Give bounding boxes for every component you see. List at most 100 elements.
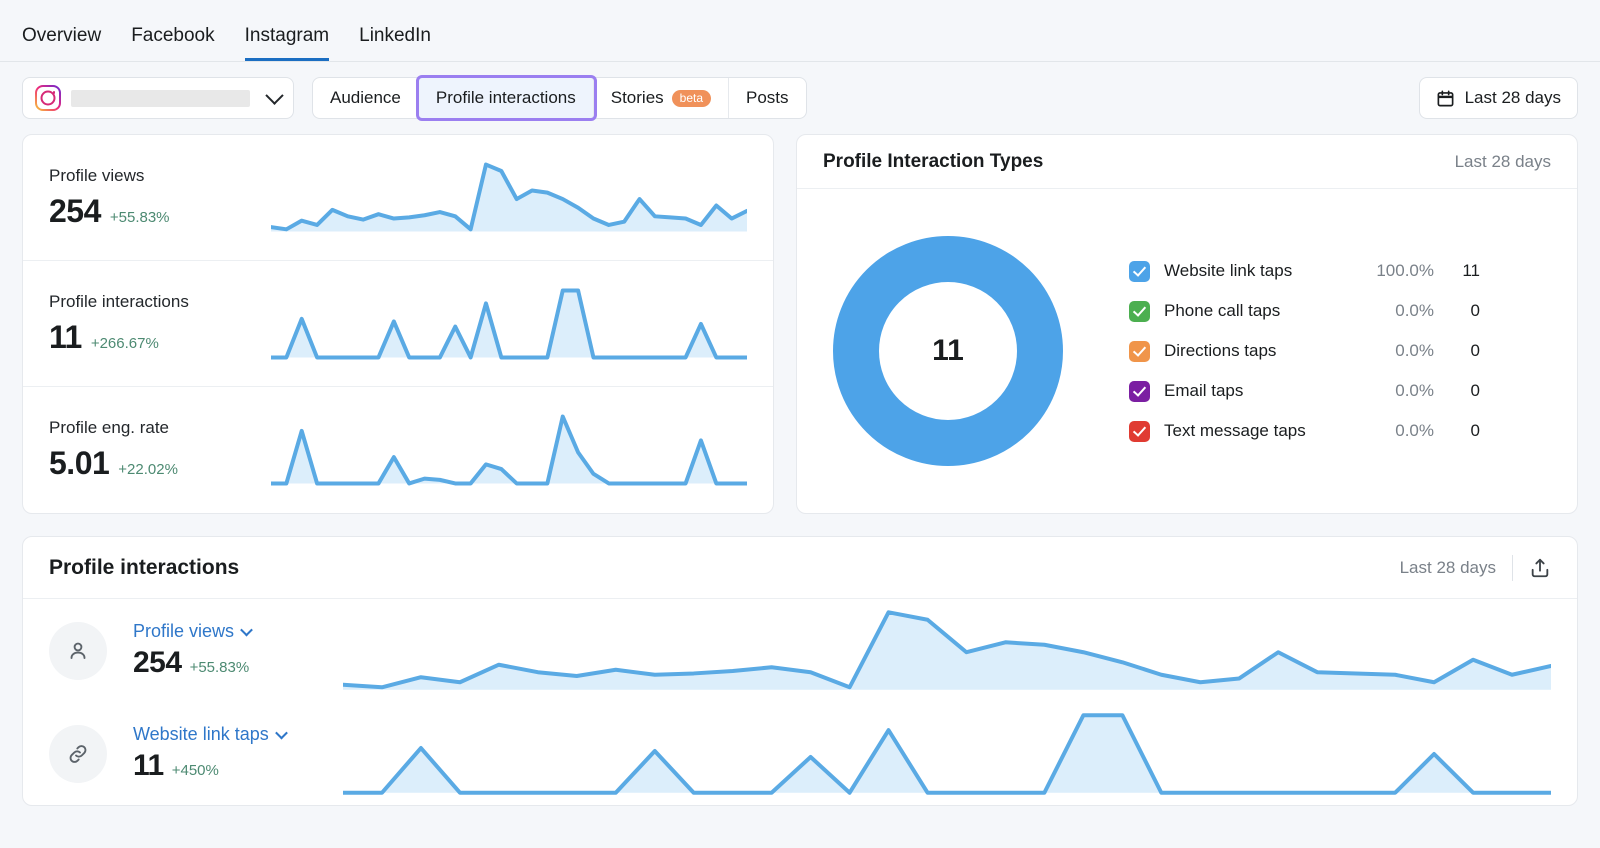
tab-stories-label: Stories — [611, 88, 664, 108]
breakdown-row-profile-views: Profile views 254 +55.83% — [23, 599, 1577, 702]
panel-title: Profile interactions — [49, 556, 239, 580]
tab-audience[interactable]: Audience — [313, 78, 419, 118]
metric-delta: +266.67% — [91, 335, 159, 352]
metric-text: Profile interactions 11 +266.67% — [49, 292, 271, 356]
legend-value: 0 — [1434, 341, 1480, 361]
metric-delta: +55.83% — [110, 209, 170, 226]
legend-item-directions-taps[interactable]: Directions taps 0.0% 0 — [1129, 331, 1480, 371]
metric-selector-label: Website link taps — [133, 724, 269, 745]
panel-header: Profile Interaction Types Last 28 days — [797, 135, 1577, 189]
export-icon[interactable] — [1529, 557, 1551, 579]
row-value: 254 — [133, 646, 182, 680]
metric-selector-label: Profile views — [133, 621, 234, 642]
tab-stories[interactable]: Stories beta — [594, 78, 729, 118]
metric-label: Profile eng. rate — [49, 418, 271, 438]
instagram-icon — [35, 85, 61, 111]
account-selector[interactable] — [22, 77, 294, 119]
legend-item-email-taps[interactable]: Email taps 0.0% 0 — [1129, 371, 1480, 411]
panel-date-label: Last 28 days — [1455, 152, 1551, 172]
legend-label: Directions taps — [1164, 341, 1356, 361]
legend-checkbox[interactable] — [1129, 301, 1150, 322]
sparkline-profile-eng-rate — [271, 412, 747, 488]
metric-text: Profile views 254 +55.83% — [49, 166, 271, 230]
tab-posts[interactable]: Posts — [729, 78, 806, 118]
metric-value: 254 — [49, 193, 101, 230]
metric-selector-profile-views[interactable]: Profile views — [133, 621, 343, 642]
legend-label: Text message taps — [1164, 421, 1356, 441]
legend-checkbox[interactable] — [1129, 421, 1150, 442]
row-delta: +55.83% — [190, 659, 250, 676]
metric-selector-website-link-taps[interactable]: Website link taps — [133, 724, 343, 745]
row-delta: +450% — [172, 762, 219, 779]
legend-checkbox[interactable] — [1129, 381, 1150, 402]
metric-profile-eng-rate: Profile eng. rate 5.01 +22.02% — [23, 387, 773, 513]
panel-header-actions: Last 28 days — [1400, 555, 1551, 581]
metric-value-row: 11 +266.67% — [49, 319, 271, 356]
donut-chart: 11 — [823, 226, 1073, 476]
chevron-down-icon — [240, 624, 253, 637]
nav-tab-facebook[interactable]: Facebook — [131, 26, 214, 61]
donut-center-value: 11 — [823, 226, 1073, 476]
date-range-picker[interactable]: Last 28 days — [1419, 77, 1578, 119]
view-segmented-control: Audience Profile interactions Stories be… — [312, 77, 807, 119]
row-meta: Website link taps 11 +450% — [133, 724, 343, 783]
legend-label: Phone call taps — [1164, 301, 1356, 321]
main-row: Profile views 254 +55.83% Profile intera… — [0, 134, 1600, 514]
panel-date-label: Last 28 days — [1400, 558, 1496, 578]
legend-value: 0 — [1434, 421, 1480, 441]
sparkline-profile-views-large — [343, 607, 1551, 695]
divider — [1512, 555, 1513, 581]
legend-checkbox[interactable] — [1129, 341, 1150, 362]
metric-label: Profile views — [49, 166, 271, 186]
legend-item-phone-call-taps[interactable]: Phone call taps 0.0% 0 — [1129, 291, 1480, 331]
sparkline-profile-views — [271, 160, 747, 236]
metric-cards: Profile views 254 +55.83% Profile intera… — [22, 134, 774, 514]
row-value-row: 11 +450% — [133, 749, 343, 783]
chevron-down-icon — [265, 86, 283, 104]
row-icon-badge — [49, 622, 107, 680]
sparkline-profile-interactions — [271, 286, 747, 362]
legend-percent: 100.0% — [1356, 261, 1434, 281]
tab-profile-interactions-label: Profile interactions — [436, 88, 576, 108]
sparkline-website-link-taps-large — [343, 710, 1551, 798]
tab-profile-interactions[interactable]: Profile interactions — [419, 78, 594, 118]
breakdown-row-website-link-taps: Website link taps 11 +450% — [23, 702, 1577, 805]
legend-value: 11 — [1434, 261, 1480, 281]
legend-item-website-link-taps[interactable]: Website link taps 100.0% 11 — [1129, 251, 1480, 291]
link-icon — [66, 742, 90, 766]
legend-value: 0 — [1434, 381, 1480, 401]
panel-header: Profile interactions Last 28 days — [23, 537, 1577, 599]
metric-label: Profile interactions — [49, 292, 271, 312]
legend-label: Email taps — [1164, 381, 1356, 401]
tab-audience-label: Audience — [330, 88, 401, 108]
nav-tab-linkedin[interactable]: LinkedIn — [359, 26, 431, 61]
legend-percent: 0.0% — [1356, 341, 1434, 361]
calendar-icon — [1436, 89, 1455, 108]
metric-profile-views: Profile views 254 +55.83% — [23, 135, 773, 261]
primary-navigation: Overview Facebook Instagram LinkedIn — [0, 0, 1600, 62]
legend-percent: 0.0% — [1356, 301, 1434, 321]
nav-tab-overview[interactable]: Overview — [22, 26, 101, 61]
panel-body: 11 Website link taps 100.0% 11 Phone cal… — [797, 189, 1577, 513]
metric-profile-interactions: Profile interactions 11 +266.67% — [23, 261, 773, 387]
chevron-down-icon — [275, 727, 288, 740]
date-range-label: Last 28 days — [1465, 88, 1561, 108]
donut-legend: Website link taps 100.0% 11 Phone call t… — [1129, 251, 1480, 451]
metric-value-row: 254 +55.83% — [49, 193, 271, 230]
metric-text: Profile eng. rate 5.01 +22.02% — [49, 418, 271, 482]
metric-value-row: 5.01 +22.02% — [49, 445, 271, 482]
legend-item-text-message-taps[interactable]: Text message taps 0.0% 0 — [1129, 411, 1480, 451]
profile-interactions-panel: Profile interactions Last 28 days Profil… — [22, 536, 1578, 806]
row-value: 11 — [133, 749, 164, 783]
beta-badge: beta — [672, 90, 711, 107]
legend-label: Website link taps — [1164, 261, 1356, 281]
legend-checkbox[interactable] — [1129, 261, 1150, 282]
account-name-redacted — [71, 90, 250, 107]
profile-interaction-types-panel: Profile Interaction Types Last 28 days 1… — [796, 134, 1578, 514]
panel-title: Profile Interaction Types — [823, 151, 1043, 173]
legend-value: 0 — [1434, 301, 1480, 321]
toolbar: Audience Profile interactions Stories be… — [0, 62, 1600, 134]
legend-percent: 0.0% — [1356, 421, 1434, 441]
nav-tab-instagram[interactable]: Instagram — [245, 26, 329, 61]
row-meta: Profile views 254 +55.83% — [133, 621, 343, 680]
